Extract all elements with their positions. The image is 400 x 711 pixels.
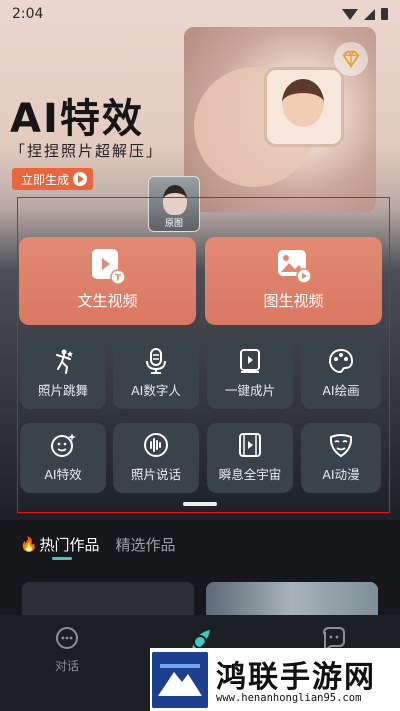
vip-badge[interactable] [334,42,368,76]
carousel-page-indicator [183,502,217,506]
site-logo [152,652,208,708]
tool-multiverse[interactable]: 瞬息全宇宙 [207,423,293,493]
feed-tabs: 🔥 热门作品 精选作品 [20,534,175,555]
tool-label: 一键成片 [224,383,275,398]
tool-label: AI特效 [44,467,82,482]
nav-chat[interactable]: 对话 [37,625,97,674]
tool-photo-talk[interactable]: 照片说话 [113,423,199,493]
generate-now-label: 立即生成 [21,172,70,187]
watermark-text: 鸿联手游网 [216,660,376,695]
nav-chat-label: 对话 [54,659,79,673]
tool-label: AI动漫 [322,467,360,482]
tool-label: 照片说话 [130,467,181,482]
tool-label: AI绘画 [322,383,360,398]
chat-icon [56,627,78,649]
status-time: 2:04 [12,6,44,22]
tab-featured-works[interactable]: 精选作品 [115,534,175,555]
watermark-url: www.henanhonglian95.com [216,692,362,704]
tool-one-click-video[interactable]: 一键成片 [207,339,293,409]
status-bar: 2:04 [0,0,400,28]
figure-face [282,79,324,127]
banner-subtitle: 「捏捏照片超解压」 [10,142,164,160]
battery-icon [381,8,388,20]
tool-ai-anime[interactable]: AI动漫 [301,423,381,493]
tool-label: 照片跳舞 [37,383,88,398]
signal-icon [364,8,375,20]
tool-photo-dance[interactable]: 照片跳舞 [20,339,106,409]
palette-icon [328,348,354,374]
tool-label: 瞬息全宇宙 [218,467,282,482]
face-sparkle-icon [51,433,76,457]
banner-title: AI特效 [10,96,144,142]
tab-hot-works-label: 热门作品 [39,536,100,554]
tab-hot-works[interactable]: 🔥 热门作品 [20,534,99,555]
tool-ai-painting[interactable]: AI绘画 [301,339,381,409]
status-icons [342,8,388,20]
film-strip-icon [239,433,261,457]
video-book-icon [240,349,260,373]
microphone-icon [146,348,166,374]
watermark: 鸿联手游网 www.henanhonglian95.com [150,648,400,711]
dance-icon [56,349,73,374]
fire-icon: 🔥 [20,536,38,553]
diamond-icon [342,50,360,68]
voice-wave-icon [144,433,168,457]
tool-label: AI数字人 [131,383,181,398]
mask-icon [329,434,353,458]
generate-now-button[interactable]: 立即生成 [12,168,94,190]
play-icon [73,172,88,186]
wifi-icon [342,8,358,20]
tool-ai-effects[interactable]: AI特效 [20,423,106,493]
active-tab-indicator [52,557,72,560]
tool-ai-digital-human[interactable]: AI数字人 [113,339,199,409]
